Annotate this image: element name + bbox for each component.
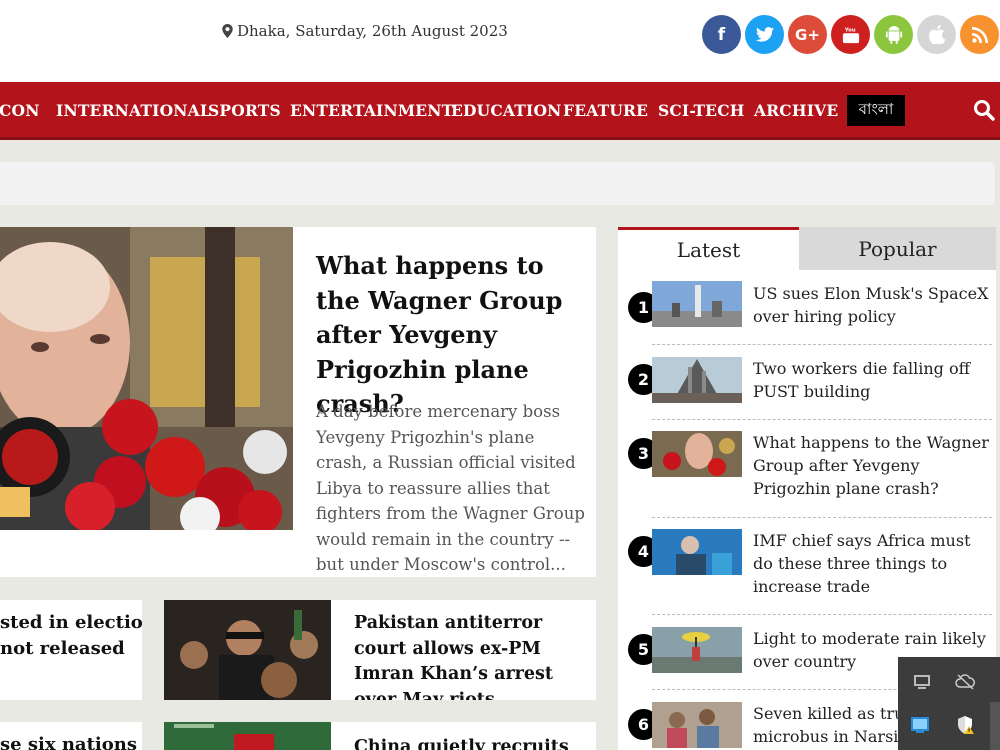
nav-item-archive[interactable]: ARCHIVE — [754, 101, 838, 120]
search-strip[interactable] — [0, 162, 995, 205]
onedrive-offline-icon[interactable] — [955, 672, 975, 692]
nav-item-econ[interactable]: CON — [0, 101, 40, 120]
facebook-icon[interactable]: f — [702, 15, 741, 54]
nav-item-entertainment[interactable]: ENTERTAINMENT — [290, 101, 453, 120]
list-divider — [652, 419, 992, 420]
tray-scrollbar[interactable] — [990, 702, 1000, 750]
item-thumbnail[interactable] — [652, 702, 742, 748]
news-card-image[interactable] — [164, 722, 331, 750]
news-card-title[interactable]: sted in election not released — [0, 610, 142, 662]
social-links: f G+ You — [702, 15, 999, 54]
featured-story[interactable]: What happens to the Wagner Group after Y… — [0, 227, 596, 577]
search-icon[interactable] — [973, 99, 995, 121]
youtube-icon[interactable]: You — [831, 15, 870, 54]
top-bar: Dhaka, Saturday, 26th August 2023 f G+ Y… — [0, 0, 1000, 82]
dateline: Dhaka, Saturday, 26th August 2023 — [222, 22, 508, 40]
svg-text:You: You — [843, 27, 855, 33]
item-thumbnail[interactable] — [652, 627, 742, 673]
item-title[interactable]: US sues Elon Musk's SpaceX over hiring p… — [753, 282, 989, 328]
item-thumbnail[interactable] — [652, 529, 742, 575]
news-card[interactable]: sted in election not released — [0, 600, 142, 700]
nav-item-sci-tech[interactable]: SCI-TECH — [658, 101, 745, 120]
list-divider — [652, 344, 992, 345]
item-thumbnail[interactable] — [652, 357, 742, 403]
bangla-language-button[interactable]: বাংলা — [847, 95, 905, 126]
item-title[interactable]: IMF chief says Africa must do these thre… — [753, 529, 989, 598]
featured-summary: A day before mercenary boss Yevgeny Prig… — [316, 402, 585, 574]
item-title[interactable]: What happens to the Wagner Group after Y… — [753, 431, 989, 500]
item-thumbnail[interactable] — [652, 431, 742, 477]
nav-item-feature[interactable]: FEATURE — [563, 101, 648, 120]
location-pin-icon — [222, 24, 233, 38]
news-card[interactable]: China quietly recruits — [164, 722, 596, 750]
list-divider — [652, 517, 992, 518]
dateline-text: Dhaka, Saturday, 26th August 2023 — [237, 22, 508, 40]
network-icon[interactable] — [910, 715, 930, 735]
featured-title[interactable]: What happens to the Wagner Group after Y… — [316, 249, 586, 422]
nav-item-sports[interactable]: SPORTS — [208, 101, 281, 120]
news-card-title[interactable]: se six nations — [0, 732, 142, 750]
rss-icon[interactable] — [960, 15, 999, 54]
apple-icon[interactable] — [917, 15, 956, 54]
news-card[interactable]: Pakistan antiterror court allows ex-PM I… — [164, 600, 596, 700]
security-warning-icon[interactable] — [955, 715, 975, 735]
news-card-title[interactable]: China quietly recruits — [354, 735, 584, 750]
list-divider — [652, 614, 992, 615]
news-card[interactable]: se six nations — [0, 722, 142, 750]
nav-item-international[interactable]: INTERNATIONAL — [56, 101, 211, 120]
nav-item-education[interactable]: EDUCATION — [451, 101, 562, 120]
featured-image[interactable] — [0, 227, 293, 530]
google-plus-icon[interactable]: G+ — [788, 15, 827, 54]
twitter-icon[interactable] — [745, 15, 784, 54]
action-center-icon[interactable] — [912, 672, 932, 692]
item-title[interactable]: Two workers die falling off PUST buildin… — [753, 357, 989, 403]
main-nav: CON INTERNATIONAL SPORTS ENTERTAINMENT E… — [0, 82, 1000, 140]
android-icon[interactable] — [874, 15, 913, 54]
system-tray-overflow — [898, 657, 1000, 750]
tab-popular[interactable]: Popular — [799, 227, 996, 270]
news-card-image[interactable] — [164, 600, 331, 700]
news-card-title[interactable]: Pakistan antiterror court allows ex-PM I… — [354, 611, 584, 700]
tab-latest[interactable]: Latest — [618, 227, 799, 270]
item-thumbnail[interactable] — [652, 281, 742, 327]
